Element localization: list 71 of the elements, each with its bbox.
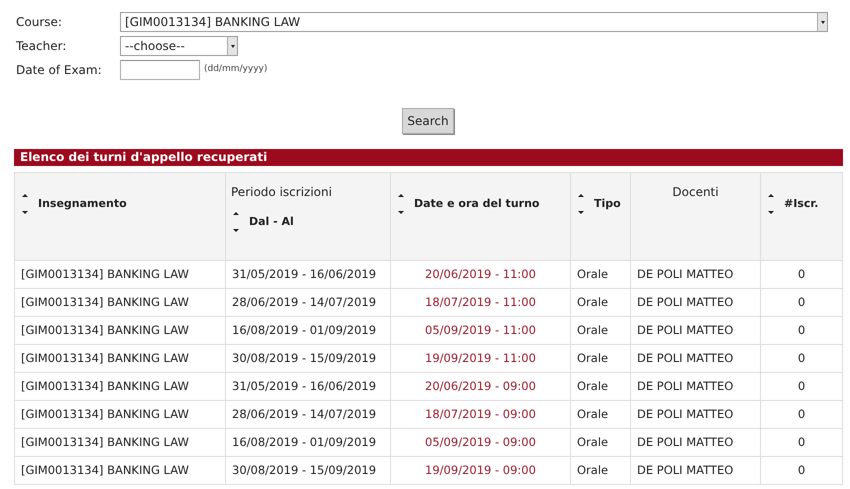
exam-date-cell: 05/09/2019 - 09:00 [390,428,570,456]
column-header[interactable]: Insegnamento [38,196,127,212]
teacher-cell: DE POLI MATTEO [630,372,760,400]
enrolled-count-cell: 0 [760,400,842,428]
exam-date-cell: 20/06/2019 - 09:00 [390,372,570,400]
period-cell: 28/06/2019 - 14/07/2019 [226,288,390,316]
column-group-header: Periodo iscrizioni [230,184,333,201]
teacher-cell: DE POLI MATTEO [630,344,760,372]
field-label: Teacher: [16,38,68,55]
enrolled-count-cell: 0 [760,344,842,372]
date-format-hint: (dd/mm/yyyy) [204,63,268,76]
column-header[interactable]: Dal - Al [249,214,294,230]
period-cell: 30/08/2019 - 15/09/2019 [226,344,390,372]
teacher-cell: DE POLI MATTEO [630,260,760,288]
column-header[interactable]: #Iscr. [784,196,818,212]
field-label: Date of Exam: [16,62,103,79]
sort-arrows-icon[interactable] [22,193,28,215]
teacher-cell: DE POLI MATTEO [630,456,760,484]
course-cell: [GIM0013134] BANKING LAW [14,288,226,316]
sort-arrows-icon[interactable] [578,193,584,215]
teacher-cell: DE POLI MATTEO [630,288,760,316]
exam-date-cell: 05/09/2019 - 11:00 [390,316,570,344]
enrolled-count-cell: 0 [760,456,842,484]
type-cell: Orale [570,288,630,316]
enrolled-count-cell: 0 [760,316,842,344]
exam-date-cell: 18/07/2019 - 11:00 [390,288,570,316]
course-cell: [GIM0013134] BANKING LAW [14,372,226,400]
period-cell: 30/08/2019 - 15/09/2019 [226,456,390,484]
column-header: Docenti [672,184,719,201]
exam-date-cell: 19/09/2019 - 09:00 [390,456,570,484]
period-cell: 16/08/2019 - 01/09/2019 [226,428,390,456]
dropdown-field[interactable]: [GIM0013134] BANKING LAW [120,12,828,32]
teacher-cell: DE POLI MATTEO [630,428,760,456]
course-cell: [GIM0013134] BANKING LAW [14,344,226,372]
type-cell: Orale [570,428,630,456]
course-cell: [GIM0013134] BANKING LAW [14,316,226,344]
type-cell: Orale [570,344,630,372]
course-cell: [GIM0013134] BANKING LAW [14,428,226,456]
course-cell: [GIM0013134] BANKING LAW [14,260,226,288]
exam-date-cell: 20/06/2019 - 11:00 [390,260,570,288]
type-cell: Orale [570,456,630,484]
period-cell: 28/06/2019 - 14/07/2019 [226,400,390,428]
dropdown-caret-icon [230,44,234,48]
exam-date-cell: 18/07/2019 - 09:00 [390,400,570,428]
type-cell: Orale [570,316,630,344]
sort-arrows-icon[interactable] [398,193,404,215]
search-button[interactable]: Search [402,108,454,134]
sort-arrows-icon[interactable] [768,193,774,215]
column-header[interactable]: Date e ora del turno [414,196,540,212]
exam-date-cell: 19/09/2019 - 11:00 [390,344,570,372]
date-input-field[interactable] [120,60,200,80]
course-cell: [GIM0013134] BANKING LAW [14,456,226,484]
enrolled-count-cell: 0 [760,260,842,288]
dropdown-field[interactable]: --choose-- [120,36,238,56]
sort-arrows-icon[interactable] [233,211,239,233]
type-cell: Orale [570,400,630,428]
column-header[interactable]: Tipo [594,196,621,212]
enrolled-count-cell: 0 [760,288,842,316]
enrolled-count-cell: 0 [760,372,842,400]
field-label: Course: [16,14,63,31]
teacher-cell: DE POLI MATTEO [630,400,760,428]
dropdown-caret-icon [820,20,824,24]
type-cell: Orale [570,260,630,288]
type-cell: Orale [570,372,630,400]
results-title-bar: Elenco dei turni d'appello recuperati [14,149,843,166]
teacher-cell: DE POLI MATTEO [630,316,760,344]
course-cell: [GIM0013134] BANKING LAW [14,400,226,428]
period-cell: 31/05/2019 - 16/06/2019 [226,372,390,400]
period-cell: 31/05/2019 - 16/06/2019 [226,260,390,288]
enrolled-count-cell: 0 [760,428,842,456]
period-cell: 16/08/2019 - 01/09/2019 [226,316,390,344]
